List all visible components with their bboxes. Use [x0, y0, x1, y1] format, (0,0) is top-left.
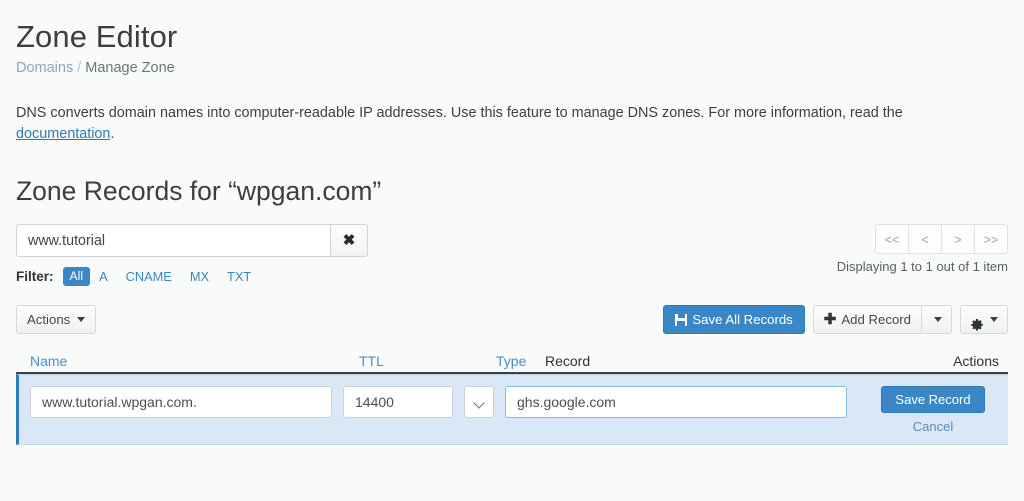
zone-editor-page: Zone Editor Domains / Manage Zone DNS conv… — [0, 18, 1024, 501]
pagination: << < > >> Displaying 1 to 1 out of 1 ite… — [837, 224, 1008, 275]
record-value-input[interactable]: ghs.google.com — [505, 386, 847, 418]
records-toolbar: Actions Save All Records ✚ Add Record — [16, 305, 1008, 335]
pagination-next-button[interactable]: > — [941, 224, 975, 254]
filter-label: Filter: — [16, 268, 54, 284]
pagination-prev-button[interactable]: < — [908, 224, 942, 254]
zone-records-heading: Zone Records for “wpgan.com” — [16, 176, 382, 206]
documentation-link[interactable]: documentation — [16, 126, 110, 142]
actions-dropdown-button[interactable]: Actions — [16, 305, 97, 334]
table-row: ghs.google.com Save Record Cancel — [16, 374, 1008, 445]
search-row: ✖ << < > >> Displaying 1 to 1 out of 1 i… — [16, 224, 1008, 274]
chevron-down-icon — [933, 317, 942, 322]
cell-name — [19, 386, 332, 418]
chevron-down-icon — [990, 317, 998, 322]
add-record-dropdown-toggle[interactable] — [922, 305, 952, 334]
filter-option-mx[interactable]: MX — [190, 269, 209, 284]
add-record-button[interactable]: ✚ Add Record — [812, 305, 922, 334]
column-header-type: Type — [496, 353, 534, 369]
cell-type — [453, 386, 494, 418]
cell-ttl — [332, 386, 453, 418]
pagination-first-button[interactable]: << — [875, 224, 909, 254]
sort-link-type[interactable]: Type — [496, 353, 526, 369]
close-x-icon[interactable]: ✖ — [330, 224, 368, 257]
cell-actions: Save Record Cancel — [847, 386, 1008, 434]
intro-paragraph: DNS converts domain names into computer-… — [16, 103, 976, 145]
zone-records-table: Name TTL Type Record Actions ghs.google.… — [16, 347, 1008, 445]
chevron-down-icon — [77, 317, 86, 322]
breadcrumb-current: Manage Zone — [85, 60, 175, 76]
record-value-text: ghs.google.com — [517, 394, 616, 410]
pagination-buttons: << < > >> — [837, 224, 1008, 254]
page-title: Zone Editor — [16, 19, 178, 54]
save-record-button[interactable]: Save Record — [881, 386, 985, 413]
floppy-save-icon — [675, 313, 688, 326]
intro-text: DNS converts domain names into computer-… — [16, 105, 903, 121]
pagination-status: Displaying 1 to 1 out of 1 item — [836, 259, 1008, 274]
plus-icon: ✚ — [823, 310, 837, 328]
save-all-records-label: Save All Records — [692, 312, 793, 327]
intro-tail: . — [110, 126, 115, 142]
save-all-records-button[interactable]: Save All Records — [663, 305, 805, 334]
column-header-actions: Actions — [953, 353, 999, 369]
breadcrumb-separator: / — [77, 60, 82, 76]
sort-link-ttl[interactable]: TTL — [359, 353, 384, 369]
table-header-row: Name TTL Type Record Actions — [16, 347, 1008, 374]
gear-icon — [970, 314, 984, 330]
filter-option-a[interactable]: A — [99, 269, 108, 284]
settings-gear-button[interactable] — [960, 305, 1008, 334]
cell-record: ghs.google.com — [494, 386, 847, 418]
column-header-ttl: TTL — [359, 353, 496, 369]
add-record-label: Add Record — [841, 312, 911, 327]
search-group: ✖ — [16, 224, 368, 257]
filter-option-cname[interactable]: CNAME — [126, 269, 172, 284]
record-name-input[interactable] — [30, 386, 332, 418]
record-ttl-input[interactable] — [343, 386, 453, 418]
toolbar-right-group: Save All Records ✚ Add Record — [663, 305, 1008, 334]
search-input[interactable] — [16, 224, 330, 257]
record-type-select[interactable] — [464, 386, 494, 418]
actions-button-label: Actions — [27, 311, 71, 327]
sort-link-name[interactable]: Name — [30, 353, 67, 369]
filter-option-all[interactable]: All — [62, 266, 91, 286]
column-header-name: Name — [16, 353, 359, 369]
pagination-last-button[interactable]: >> — [974, 224, 1008, 254]
breadcrumb: Domains / Manage Zone — [16, 59, 1008, 77]
filter-option-txt[interactable]: TXT — [227, 269, 251, 284]
cancel-edit-link[interactable]: Cancel — [858, 419, 1008, 434]
column-header-record: Record — [545, 353, 591, 369]
breadcrumb-link-domains[interactable]: Domains — [16, 60, 73, 76]
add-record-split-group: ✚ Add Record — [812, 305, 952, 334]
